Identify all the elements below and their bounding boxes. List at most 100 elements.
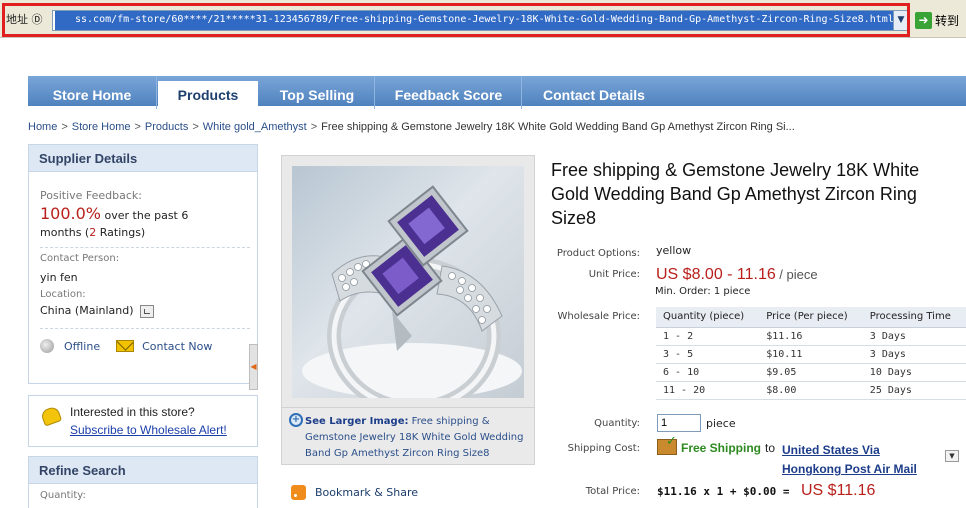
quantity-input[interactable]	[657, 414, 701, 432]
shipping-box-icon	[657, 434, 677, 455]
offline-status-icon	[40, 339, 54, 353]
quantity-cell: 1 - 2	[656, 327, 760, 346]
breadcrumb-current: Free shipping & Gemstone Jewelry 18K Whi…	[321, 121, 795, 133]
subscribe-alert-link[interactable]: Subscribe to Wholesale Alert!	[70, 423, 227, 437]
feedback-ratings-text: Ratings)	[99, 226, 146, 239]
shipping-method-link[interactable]: United States Via Hongkong Post Air Mail	[782, 441, 942, 479]
tab-top-selling[interactable]: Top Selling	[260, 76, 375, 109]
price-cell: $10.11	[759, 345, 863, 364]
column-header: Quantity (piece)	[656, 307, 760, 328]
total-price-label: Total Price:	[585, 486, 640, 497]
price-cell: $8.00	[759, 381, 863, 400]
location-value: China (Mainland)	[40, 304, 154, 318]
breadcrumb-separator: >	[61, 121, 68, 133]
divider	[40, 328, 250, 329]
breadcrumb-products[interactable]: Products	[145, 121, 188, 133]
positive-feedback-summary: 100.0% over the past 6 months (2 Ratings…	[40, 205, 250, 241]
product-options-value: yellow	[656, 244, 692, 257]
go-button[interactable]: ➜ 转到	[915, 9, 966, 31]
unit-price: US $8.00 - 11.16 / piece	[656, 266, 818, 284]
breadcrumb-store-home[interactable]: Store Home	[72, 121, 131, 133]
contact-person-name: yin fen	[40, 271, 78, 284]
bell-icon	[39, 405, 63, 427]
wholesale-price-table: Quantity (piece) Price (Per piece) Proce…	[656, 307, 966, 400]
mail-icon[interactable]	[116, 340, 135, 352]
contact-status-row: Offline Contact Now	[40, 339, 212, 353]
unit-price-label: Unit Price:	[588, 269, 640, 280]
bookmark-share-icon[interactable]	[291, 485, 306, 500]
see-larger-image-label[interactable]: See Larger Image:	[305, 416, 408, 427]
store-alert-panel: Interested in this store? Subscribe to W…	[28, 395, 258, 447]
product-options-label: Product Options:	[556, 248, 640, 259]
bookmark-share-label[interactable]: Bookmark & Share	[315, 486, 418, 499]
breadcrumb-category[interactable]: White gold_Amethyst	[203, 121, 307, 133]
free-shipping-text: Free Shipping	[681, 441, 762, 455]
shipping-cost-label: Shipping Cost:	[567, 443, 640, 454]
table-header-row: Quantity (piece) Price (Per piece) Proce…	[656, 307, 966, 328]
product-image[interactable]	[292, 166, 524, 398]
table-row: 6 - 10 $9.05 10 Days	[656, 363, 966, 382]
zoom-icon[interactable]: +	[289, 413, 303, 427]
go-label[interactable]: 转到	[935, 12, 959, 29]
supplier-details-header: Supplier Details	[29, 145, 257, 172]
contact-now-link[interactable]: Contact Now	[142, 340, 212, 353]
total-price-amount: US $11.16	[801, 482, 876, 499]
min-order: Min. Order: 1 piece	[655, 286, 751, 297]
refine-quantity-label: Quantity:	[40, 490, 86, 501]
refine-search-panel: Refine Search Quantity:	[28, 456, 258, 508]
wholesale-price-label: Wholesale Price:	[557, 311, 641, 322]
refine-search-header: Refine Search	[29, 457, 257, 484]
breadcrumb: Home > Store Home > Products > White gold_Amet…	[28, 121, 958, 133]
tab-products[interactable]: Products	[158, 81, 258, 110]
quantity-label: Quantity:	[594, 418, 640, 429]
table-row: 1 - 2 $11.16 3 Days	[656, 327, 966, 346]
processing-cell: 10 Days	[862, 363, 966, 382]
processing-cell: 25 Days	[862, 381, 966, 400]
product-image-frame[interactable]	[281, 155, 535, 408]
collapse-sidebar-icon[interactable]: ◀	[249, 344, 258, 390]
processing-cell: 3 Days	[862, 327, 966, 346]
breadcrumb-home[interactable]: Home	[28, 121, 57, 133]
location-text: China (Mainland)	[40, 304, 134, 317]
supplier-details-panel: Supplier Details Positive Feedback: 100.…	[28, 144, 258, 384]
ring-photo	[302, 185, 522, 398]
total-price-formula: $11.16 x 1 + $0.00 =	[657, 485, 790, 498]
flag-icon	[139, 304, 154, 318]
price-cell: $9.05	[759, 363, 863, 382]
product-title: Free shipping & Gemstone Jewelry 18K Whi…	[551, 160, 920, 228]
processing-cell: 3 Days	[862, 345, 966, 364]
ratings-count[interactable]: 2	[89, 226, 96, 239]
location-label: Location:	[40, 289, 86, 300]
price-range: US $8.00 - 11.16	[656, 266, 776, 283]
tab-contact-details[interactable]: Contact Details	[543, 76, 683, 109]
ship-to-text: to	[765, 441, 776, 455]
quantity-cell: 11 - 20	[656, 381, 760, 400]
column-header: Price (Per piece)	[759, 307, 863, 328]
quantity-cell: 3 - 5	[656, 345, 760, 364]
positive-feedback-label: Positive Feedback:	[40, 189, 142, 202]
quantity-unit: piece	[706, 417, 736, 430]
tab-store-home[interactable]: Store Home	[28, 76, 157, 109]
price-cell: $11.16	[759, 327, 863, 346]
bookmark-share[interactable]: Bookmark & Share	[291, 485, 418, 500]
address-highlight-box	[2, 3, 910, 37]
price-unit: / piece	[779, 267, 818, 282]
tab-feedback-score[interactable]: Feedback Score	[376, 76, 522, 109]
shipping-dropdown-icon[interactable]: ▼	[945, 450, 959, 462]
offline-status: Offline	[64, 339, 101, 353]
table-row: 3 - 5 $10.11 3 Days	[656, 345, 966, 364]
feedback-period-text: over the past 6	[104, 209, 189, 222]
breadcrumb-separator: >	[192, 121, 199, 133]
column-header: Processing Time	[862, 307, 966, 328]
quantity-cell: 6 - 10	[656, 363, 760, 382]
table-row: 11 - 20 $8.00 25 Days	[656, 381, 966, 400]
browser-address-bar: 地址 Ⓓ ss.com/fm-store/60****/21*****31-12…	[0, 0, 966, 38]
see-larger-image-link[interactable]: See Larger Image: Free shipping & Gemsto…	[305, 414, 531, 462]
contact-person-label: Contact Person:	[40, 253, 120, 264]
store-nav: Store Home Products Top Selling Feedback…	[28, 76, 966, 110]
interest-text: Interested in this store?	[70, 405, 195, 419]
feedback-percentage: 100.0%	[40, 204, 102, 223]
go-arrow-icon[interactable]: ➜	[915, 11, 932, 29]
breadcrumb-separator: >	[310, 121, 318, 133]
divider	[40, 247, 250, 248]
